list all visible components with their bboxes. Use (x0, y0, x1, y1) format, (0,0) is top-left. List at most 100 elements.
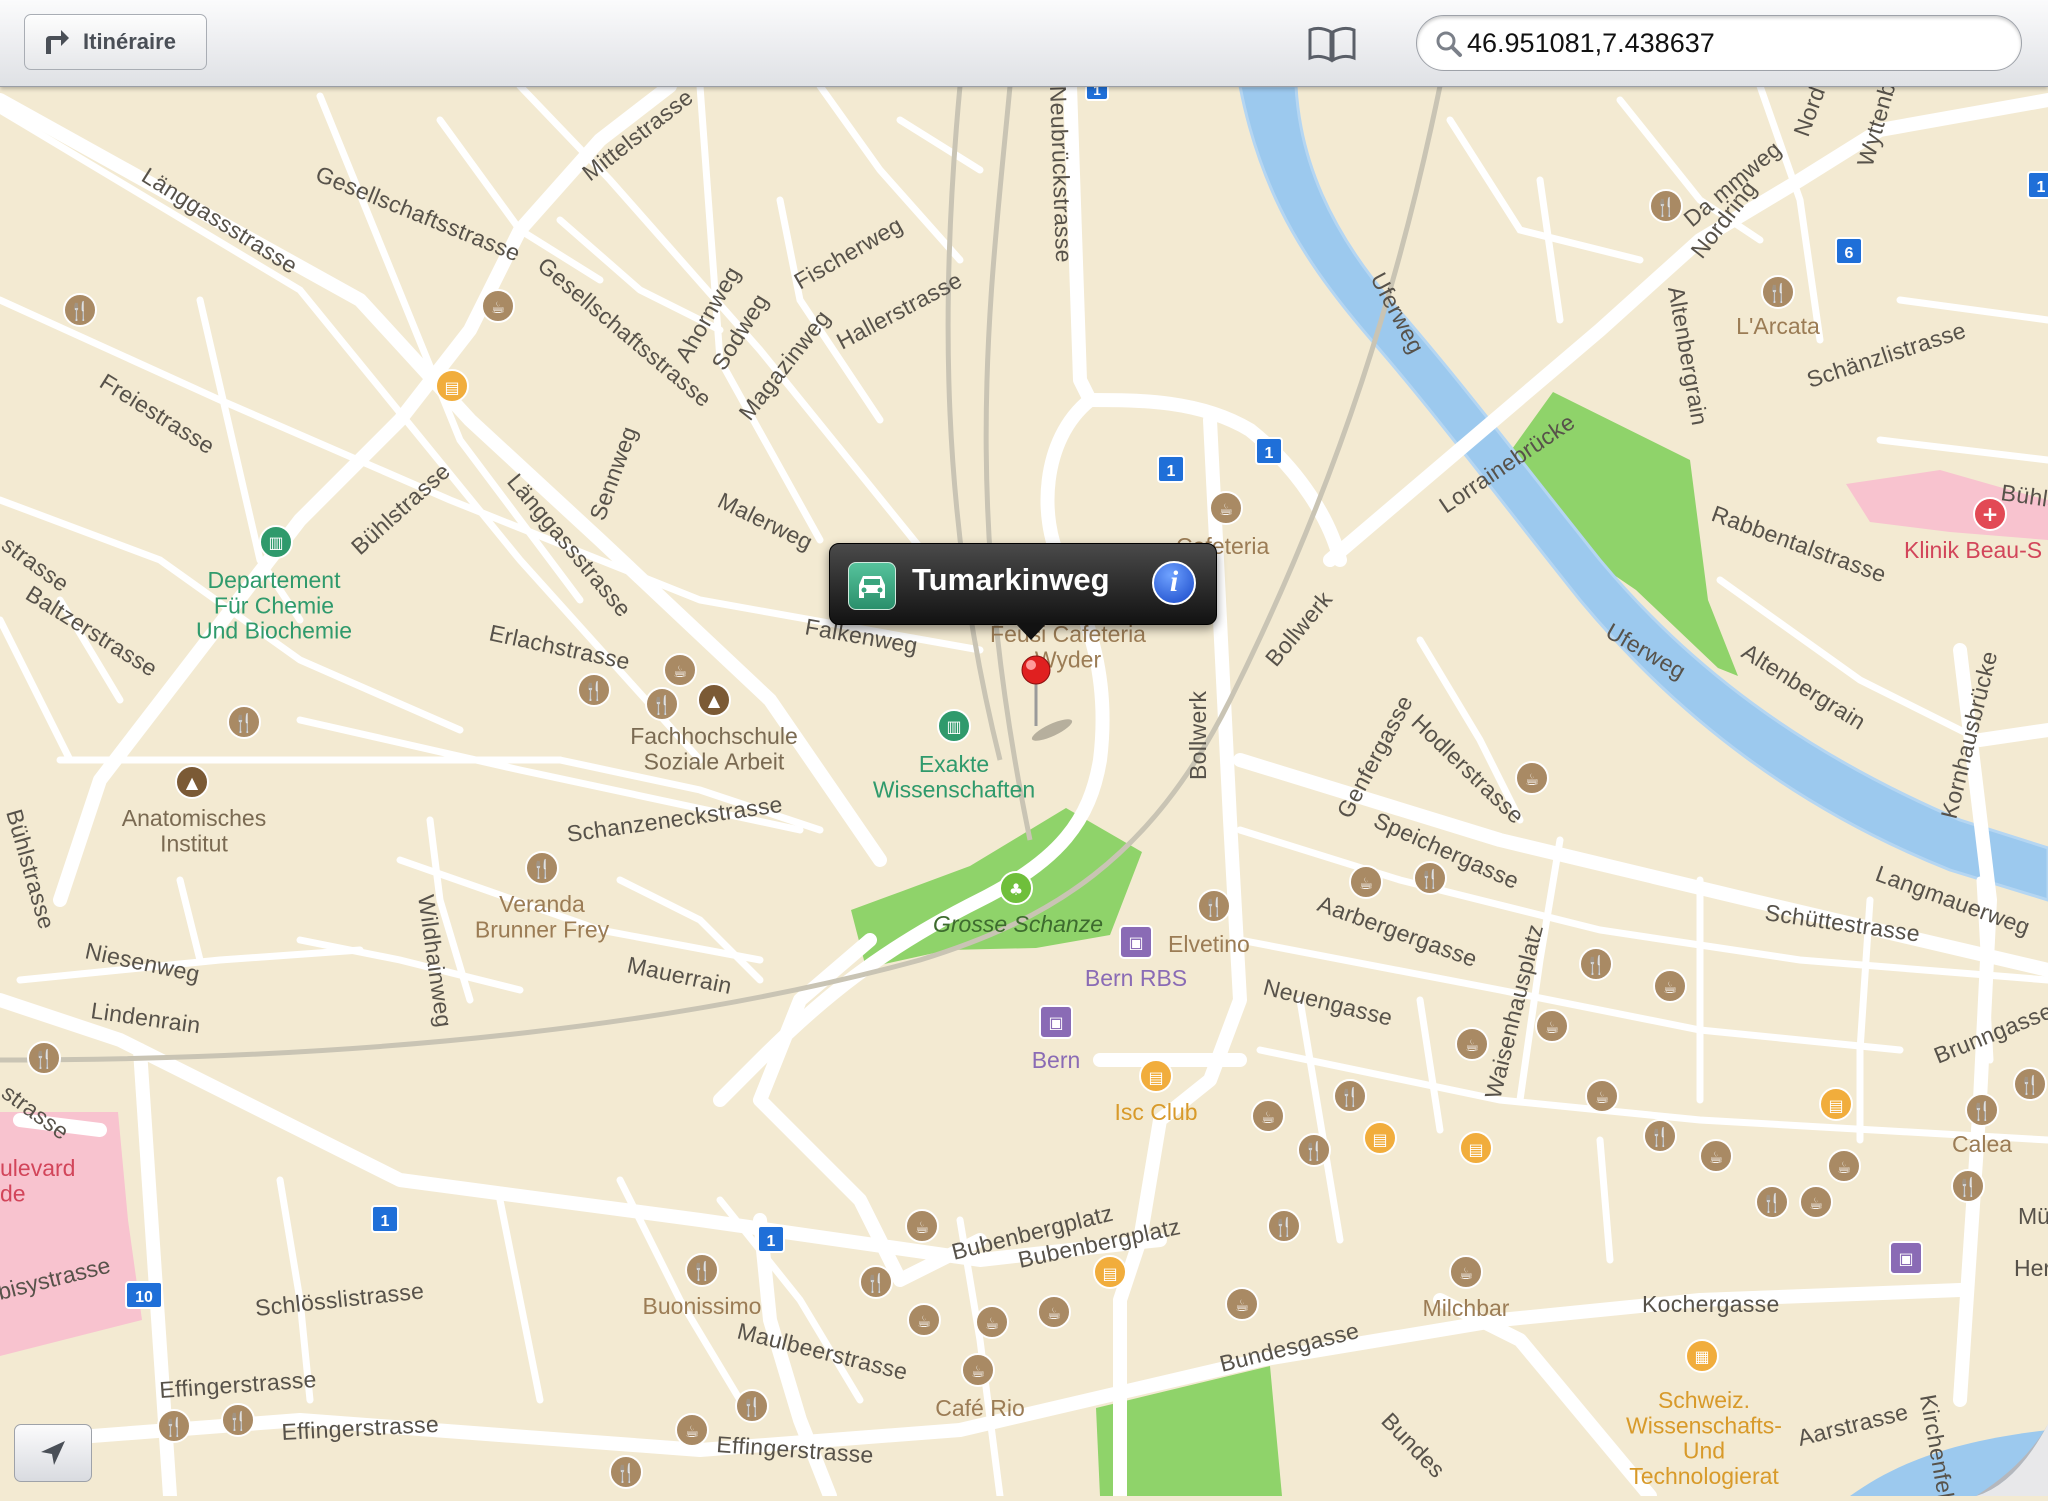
svg-text:🍴: 🍴 (1761, 1192, 1783, 1214)
directions-button[interactable]: Itinéraire (24, 14, 207, 70)
svg-text:☕: ☕ (917, 1312, 931, 1331)
svg-text:☕: ☕ (1709, 1148, 1723, 1167)
map-canvas[interactable]: 1 1 1 1 1 1 6 10 Mittelstrasse Gesellsch… (0, 0, 2048, 1496)
shopping-icon: ▤ (1363, 1121, 1397, 1155)
svg-text:🍴: 🍴 (227, 1410, 249, 1432)
car-icon[interactable] (848, 562, 896, 610)
cafe-icon: ☕ (663, 653, 697, 687)
svg-text:▣: ▣ (1128, 933, 1143, 952)
shopping-icon: ▤ (1819, 1087, 1853, 1121)
svg-text:▥: ▥ (268, 533, 283, 552)
library-icon: ▥ (259, 525, 293, 559)
restaurant-icon: 🍴 (1951, 1169, 1985, 1203)
cafe-icon: ☕ (1585, 1079, 1619, 1113)
svg-text:▤: ▤ (1372, 1130, 1387, 1149)
svg-text:☕: ☕ (1261, 1108, 1275, 1127)
svg-text:☕: ☕ (1525, 770, 1539, 789)
restaurant-icon: 🍴 (859, 1265, 893, 1299)
svg-text:☕: ☕ (1219, 500, 1233, 519)
label-line: Institut (160, 830, 228, 856)
restaurant-icon: 🍴 (645, 687, 679, 721)
svg-text:☕: ☕ (673, 662, 687, 681)
dropped-pin-icon[interactable] (1018, 654, 1073, 741)
directions-label: Itinéraire (83, 29, 176, 54)
svg-text:▣: ▣ (1048, 1013, 1063, 1032)
cafe-icon: ☕ (1799, 1185, 1833, 1219)
svg-text:☕: ☕ (915, 1218, 929, 1237)
location-arrow-icon (41, 1441, 65, 1465)
svg-text:1: 1 (767, 1233, 776, 1250)
current-location-button[interactable] (14, 1424, 92, 1482)
shopping-icon: ▦ (1685, 1339, 1719, 1373)
svg-text:▲: ▲ (186, 773, 199, 792)
restaurant-icon: 🍴 (221, 1403, 255, 1437)
svg-text:🍴: 🍴 (1655, 196, 1677, 218)
svg-text:🍴: 🍴 (583, 680, 605, 702)
svg-text:🍴: 🍴 (741, 1396, 763, 1418)
university-icon: ▲ (697, 683, 731, 717)
svg-text:🍴: 🍴 (1971, 1100, 1993, 1122)
cafe-icon: ☕ (1535, 1009, 1569, 1043)
svg-text:▤: ▤ (1102, 1264, 1117, 1283)
cafe-icon: ☕ (1699, 1139, 1733, 1173)
search-input[interactable] (1467, 24, 1997, 62)
label-line: Brunner Frey (475, 916, 610, 942)
restaurant-icon: 🍴 (1755, 1185, 1789, 1219)
svg-text:🍴: 🍴 (69, 300, 91, 322)
svg-text:🍴: 🍴 (691, 1260, 713, 1282)
page-curl-icon[interactable] (1976, 1424, 2048, 1496)
svg-text:♣: ♣ (1009, 880, 1023, 899)
label-grosse-schanze: Grosse Schanze (933, 911, 1103, 937)
cafe-icon: ☕ (1251, 1099, 1285, 1133)
cafe-icon: ☕ (1225, 1287, 1259, 1321)
location-callout[interactable]: Tumarkinweg i (829, 543, 1217, 640)
svg-text:☕: ☕ (1359, 874, 1373, 893)
label-herr: Herr (2014, 1255, 2048, 1281)
cafe-icon: ☕ (1827, 1149, 1861, 1183)
route-shield: 10 (125, 1281, 163, 1309)
svg-text:☕: ☕ (1047, 1304, 1061, 1323)
shopping-icon: ▤ (1093, 1255, 1127, 1289)
route-shield: 6 (1835, 237, 1863, 265)
restaurant-icon: 🍴 (1649, 189, 1683, 223)
cafe-icon: ☕ (975, 1305, 1009, 1339)
svg-text:☕: ☕ (685, 1422, 699, 1441)
route-shield: 1 (1157, 455, 1185, 483)
svg-text:🍴: 🍴 (233, 712, 255, 734)
svg-text:🍴: 🍴 (1585, 954, 1607, 976)
info-icon[interactable]: i (1152, 561, 1196, 605)
search-icon (1436, 31, 1462, 57)
svg-text:☕: ☕ (1809, 1194, 1823, 1213)
svg-text:1: 1 (2037, 179, 2046, 196)
svg-text:1: 1 (1167, 463, 1176, 480)
svg-text:1: 1 (1265, 445, 1274, 462)
label-chemistry: Departement Für Chemie Und Biochemie (196, 567, 352, 644)
restaurant-icon: 🍴 (227, 705, 261, 739)
cafe-icon: ☕ (1653, 969, 1687, 1003)
book-icon[interactable] (1306, 24, 1358, 64)
cafe-icon: ☕ (1455, 1027, 1489, 1061)
label-line: Und Biochemie (196, 618, 352, 644)
university-icon: ▲ (175, 765, 209, 799)
svg-text:🍴: 🍴 (1419, 868, 1441, 890)
svg-text:10: 10 (135, 1289, 153, 1306)
cafe-icon: ☕ (1209, 491, 1243, 525)
restaurant-icon: 🍴 (1643, 1119, 1677, 1153)
restaurant-icon: 🍴 (63, 293, 97, 327)
park-icon: ♣ (999, 871, 1033, 905)
svg-text:▥: ▥ (946, 717, 961, 736)
svg-text:☕: ☕ (491, 298, 505, 317)
label-line: Wissenschafts- (1626, 1412, 1782, 1438)
svg-text:▤: ▤ (1828, 1096, 1843, 1115)
svg-text:☕: ☕ (1545, 1018, 1559, 1037)
route-shield: 1 (371, 1205, 399, 1233)
restaurant-icon: 🍴 (157, 1409, 191, 1443)
svg-text:☕: ☕ (1459, 1264, 1473, 1283)
hospital-icon: + (1973, 497, 2007, 531)
restaurant-icon: 🍴 (2013, 1067, 2047, 1101)
label-line: Und (1683, 1438, 1725, 1464)
svg-text:☕: ☕ (985, 1314, 999, 1333)
svg-text:🍴: 🍴 (2019, 1074, 2041, 1096)
search-field[interactable] (1416, 15, 2022, 71)
svg-text:🍴: 🍴 (1649, 1126, 1671, 1148)
